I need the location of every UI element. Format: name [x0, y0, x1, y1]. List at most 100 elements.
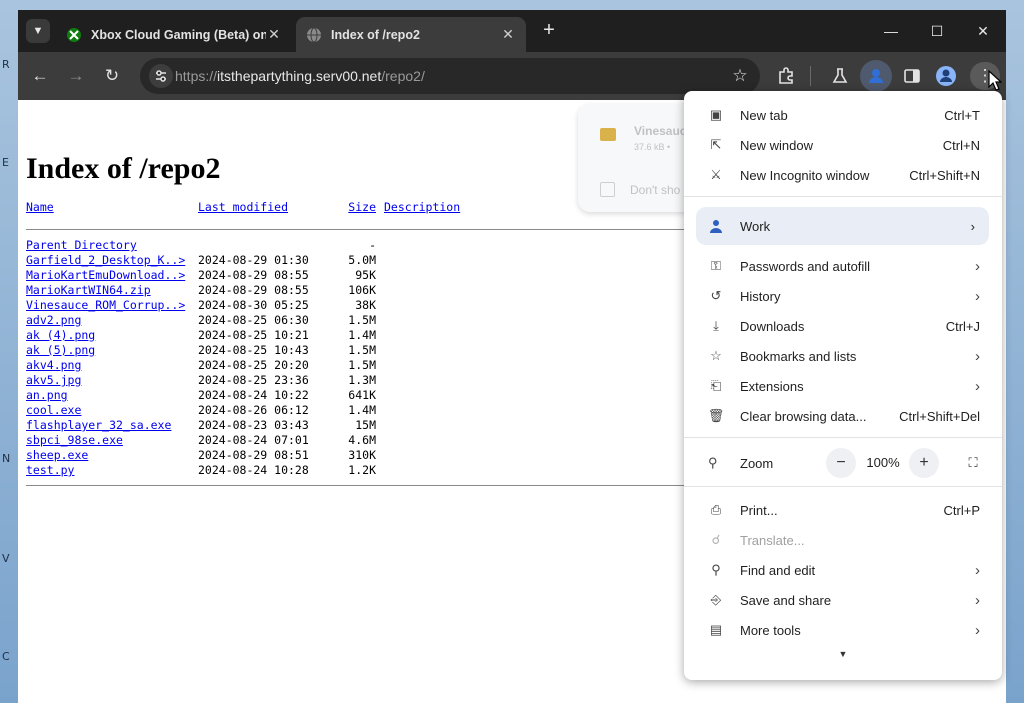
menu-item-print[interactable]: ⎙ Print... Ctrl+P [684, 495, 1002, 525]
tab-xbox-cloud-gaming[interactable]: Xbox Cloud Gaming (Beta) on ✕ [56, 17, 292, 52]
site-info-button[interactable] [149, 64, 173, 88]
file-link[interactable]: MarioKartEmuDownload..> [26, 268, 185, 282]
menu-item-translate[interactable]: ☌ Translate... [684, 525, 1002, 555]
forward-button[interactable]: → [62, 62, 90, 90]
menu-item-find-and-edit[interactable]: ⚲ Find and edit › [684, 555, 1002, 585]
close-tab-icon[interactable]: ✕ [266, 26, 282, 43]
sort-by-description-link[interactable]: Description [384, 200, 460, 214]
file-link[interactable]: sbpci_98se.exe [26, 433, 123, 447]
table-row: ak (4).png 2024-08-25 10:21 1.4M [26, 328, 376, 343]
file-link[interactable]: an.png [26, 388, 68, 402]
menu-item-clear-browsing-data[interactable]: 🗑 Clear browsing data... Ctrl+Shift+Del [684, 401, 1002, 431]
profile-work-button[interactable] [860, 60, 892, 92]
menu-item-label: New window [740, 137, 813, 153]
sort-by-name-link[interactable]: Name [26, 200, 54, 214]
key-icon: ⚿ [711, 258, 721, 273]
menu-item-label: Zoom [740, 455, 774, 471]
zoom-in-button[interactable]: + [909, 448, 939, 478]
maximize-button[interactable]: ☐ [914, 18, 960, 44]
table-row: sheep.exe 2024-08-29 08:51 310K [26, 448, 376, 463]
directory-listing: Name Last modified Size Description [26, 200, 460, 215]
new-tab-icon: ▣ [709, 107, 723, 122]
file-link[interactable]: flashplayer_32_sa.exe [26, 418, 171, 432]
labs-button[interactable] [826, 62, 854, 90]
person-icon [869, 69, 883, 83]
tab-strip: ▼ Xbox Cloud Gaming (Beta) on ✕ Index of… [18, 10, 1006, 52]
download-bubble: Vinesauce 37.6 kB • Don't sho [578, 104, 698, 212]
menu-item-extensions[interactable]: ⎗ Extensions › [684, 371, 1002, 401]
menu-item-label: Find and edit [740, 562, 816, 578]
star-icon: ☆ [732, 66, 748, 85]
close-window-button[interactable]: ✕ [960, 18, 1006, 44]
file-link[interactable]: cool.exe [26, 403, 81, 417]
file-link[interactable]: ak (4).png [26, 328, 95, 342]
file-link[interactable]: akv4.png [26, 358, 81, 372]
menu-item-new-incognito-window[interactable]: ⚔ New Incognito window Ctrl+Shift+N [684, 160, 1002, 190]
menu-item-history[interactable]: ↺ History › [684, 281, 1002, 311]
size-cell: 106K [348, 283, 376, 297]
side-panel-button[interactable] [898, 62, 926, 90]
parent-directory-link[interactable]: Parent Directory [26, 238, 137, 252]
modified-cell: 2024-08-25 10:43 [198, 343, 309, 357]
file-link[interactable]: akv5.jpg [26, 373, 81, 387]
zoom-out-button[interactable]: − [826, 448, 856, 478]
table-row: Garfield_2_Desktop_K..> 2024-08-29 01:30 5… [26, 253, 376, 268]
toolbar-divider [810, 66, 811, 86]
table-row: akv5.jpg 2024-08-25 23:36 1.3M [26, 373, 376, 388]
menu-item-save-and-share[interactable]: ⎆ Save and share › [684, 585, 1002, 615]
zoom-icon: ⚲ [708, 455, 718, 470]
fullscreen-button[interactable]: ⛶ [958, 448, 988, 478]
toolbox-icon: ▤ [709, 622, 723, 637]
menu-item-passwords-and-autofill[interactable]: ⚿ Passwords and autofill › [684, 251, 1002, 281]
close-tab-icon[interactable]: ✕ [500, 26, 516, 43]
modified-cell: 2024-08-25 06:30 [198, 313, 309, 327]
url-text[interactable]: https://itsthepartything.serv00.net/repo… [175, 58, 425, 94]
file-link[interactable]: adv2.png [26, 313, 81, 327]
minus-icon: − [836, 454, 846, 471]
menu-item-downloads[interactable]: ⤓ Downloads Ctrl+J [684, 311, 1002, 341]
close-icon: ✕ [977, 23, 989, 39]
trash-icon: 🗑 [707, 408, 725, 423]
menu-item-new-window[interactable]: ⇱ New window Ctrl+N [684, 130, 1002, 160]
new-tab-button[interactable]: + [538, 20, 560, 42]
table-row: adv2.png 2024-08-25 06:30 1.5M [26, 313, 376, 328]
extensions-button[interactable] [772, 62, 800, 90]
sort-by-size-link[interactable]: Size [348, 200, 376, 214]
file-link[interactable]: MarioKartWIN64.zip [26, 283, 151, 297]
menu-item-new-tab[interactable]: ▣ New tab Ctrl+T [684, 100, 1002, 130]
modified-cell: 2024-08-24 07:01 [198, 433, 309, 447]
menu-item-bookmarks-and-lists[interactable]: ☆ Bookmarks and lists › [684, 341, 1002, 371]
menu-item-more-tools[interactable]: ▤ More tools › [684, 615, 1002, 645]
tab-search-button[interactable]: ▼ [26, 19, 50, 43]
url-scheme: https:// [175, 68, 218, 84]
find-icon: ⚲ [711, 562, 721, 577]
modified-cell [198, 238, 326, 253]
address-bar[interactable]: https://itsthepartything.serv00.net/repo… [140, 58, 760, 94]
file-link[interactable]: Vinesauce_ROM_Corrup..> [26, 298, 185, 312]
flask-icon [832, 68, 848, 83]
file-link[interactable]: test.py [26, 463, 74, 477]
reload-button[interactable]: ↻ [98, 62, 126, 90]
scroll-down-icon[interactable]: ▼ [838, 649, 848, 659]
file-link[interactable]: ak (5).png [26, 343, 95, 357]
back-button[interactable]: ← [26, 62, 54, 90]
tab-index-of-repo2[interactable]: Index of /repo2 ✕ [296, 17, 526, 52]
menu-item-profile-work[interactable]: Work › [696, 207, 989, 245]
modified-cell: 2024-08-25 23:36 [198, 373, 309, 387]
size-cell: 15M [355, 418, 376, 432]
file-link[interactable]: sheep.exe [26, 448, 88, 462]
minimize-button[interactable]: — [868, 18, 914, 44]
file-link[interactable]: Garfield_2_Desktop_K..> [26, 253, 185, 267]
dont-show-checkbox[interactable] [600, 182, 615, 197]
mouse-cursor-icon [988, 70, 1002, 91]
size-cell: 95K [355, 268, 376, 282]
avatar-button[interactable] [932, 62, 960, 90]
plus-icon: + [919, 454, 929, 471]
dont-show-label: Don't sho [630, 183, 681, 197]
side-panel-icon [904, 69, 920, 83]
menu-item-label: Passwords and autofill [740, 258, 871, 274]
bookmark-star-button[interactable]: ☆ [728, 64, 752, 88]
sort-by-modified-link[interactable]: Last modified [198, 200, 288, 214]
download-icon: ⤓ [713, 318, 719, 333]
modified-cell: 2024-08-25 20:20 [198, 358, 309, 372]
